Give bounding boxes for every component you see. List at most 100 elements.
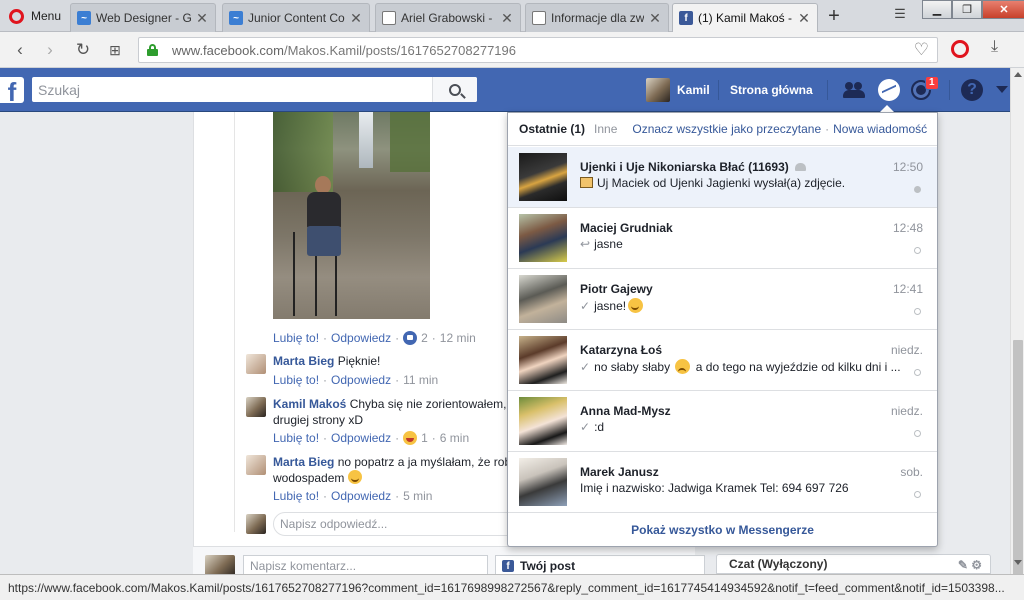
browser-tab[interactable]: Ariel Grabowski - ku ✕ [375, 3, 521, 32]
smile-emoji-icon [628, 298, 644, 313]
search-input[interactable] [32, 77, 432, 102]
conversation-item[interactable]: Anna Mad-Mysz ✓:d niedz. [508, 391, 937, 452]
tab-menu-icon[interactable]: ☰ [889, 6, 911, 26]
reaction-count[interactable]: 1 [421, 431, 428, 445]
avatar[interactable] [246, 354, 266, 374]
close-tab-icon[interactable]: ✕ [648, 10, 662, 27]
comment-time[interactable]: 11 min [403, 373, 438, 387]
scroll-down-arrow-icon[interactable] [1014, 560, 1022, 565]
tab-other[interactable]: Inne [594, 122, 617, 136]
new-message-link[interactable]: Nowa wiadomość [833, 122, 927, 136]
reaction-count[interactable]: 2 [421, 331, 428, 345]
profile-link[interactable]: Kamil [646, 78, 710, 102]
help-icon[interactable]: ? [961, 79, 983, 101]
tab-title: Informacje dla zwie [551, 11, 644, 25]
download-icon[interactable]: ⤓ [991, 38, 998, 56]
conversation-time: niedz. [890, 404, 923, 418]
browser-tab[interactable]: Informacje dla zwie ✕ [525, 3, 669, 32]
back-button[interactable]: ‹ [9, 40, 31, 60]
comment-author[interactable]: Marta Bieg [273, 354, 334, 368]
your-post-tab[interactable]: f Twój post [495, 555, 705, 574]
chat-sidebar-tab[interactable]: Czat (Wyłączony) ✎ ⚙ [716, 554, 991, 574]
conversation-item[interactable]: Katarzyna Łoś ✓ no słaby słaby a do tego … [508, 330, 937, 391]
wave-icon: ~ [229, 11, 243, 25]
conversation-time: 12:41 [892, 282, 923, 296]
conversation-time: sob. [900, 465, 923, 479]
conversation-time: 12:48 [892, 221, 923, 235]
like-link[interactable]: Lubię to! [273, 373, 319, 387]
conversation-item[interactable]: Maciej Grudniak ↩ jasne 12:48 [508, 208, 937, 269]
conversation-item[interactable]: Piotr Gajewy ✓ jasne! 12:41 [508, 269, 937, 330]
url-field[interactable]: www.facebook.com/Makos.Kamil/posts/16176… [138, 37, 938, 63]
avatar[interactable] [246, 397, 266, 417]
conversation-item[interactable]: Ujenki i Uje Nikoniarska Błać (11693) Uj… [508, 147, 937, 208]
read-status-dot[interactable] [914, 247, 921, 254]
reply-input[interactable] [273, 512, 513, 536]
comment-input[interactable] [243, 555, 488, 574]
browser-tab[interactable]: ~ Web Designer - Gdy ✕ [70, 3, 216, 32]
read-status-dot[interactable] [914, 430, 921, 437]
close-tab-icon[interactable]: ✕ [349, 10, 363, 27]
messenger-button[interactable] [877, 79, 901, 101]
header-divider [949, 80, 950, 100]
close-tab-icon[interactable]: ✕ [797, 10, 811, 27]
close-window-button[interactable]: ✕ [982, 0, 1024, 19]
facebook-logo-icon[interactable]: f [0, 77, 24, 107]
account-menu-caret-icon[interactable] [996, 86, 1008, 93]
bookmark-heart-icon[interactable]: ♡ [914, 40, 929, 60]
reload-button[interactable]: ↻ [72, 40, 94, 60]
gear-icon[interactable]: ⚙ [971, 558, 982, 572]
comment-time[interactable]: 5 min [403, 489, 432, 503]
post-photo[interactable] [273, 112, 430, 319]
reply-link[interactable]: Odpowiedz [331, 489, 391, 503]
messenger-dropdown: Ostatnie (1) Inne Oznacz wszystkie jako … [507, 112, 938, 547]
maximize-button[interactable]: ❐ [952, 0, 982, 19]
close-tab-icon[interactable]: ✕ [195, 10, 209, 27]
comment-time[interactable]: 12 min [440, 331, 476, 345]
avatar[interactable] [246, 455, 266, 475]
read-status-dot[interactable] [914, 308, 921, 315]
comment-author[interactable]: Marta Bieg [273, 455, 334, 469]
replied-icon: ↩ [580, 237, 591, 251]
mark-all-read-link[interactable]: Oznacz wszystkie jako przeczytane [632, 122, 821, 136]
comment-text: Pięknie! [337, 354, 381, 368]
scrollbar-thumb[interactable] [1013, 340, 1023, 592]
avatar [246, 514, 266, 534]
tab-recent[interactable]: Ostatnie (1) [519, 122, 585, 136]
read-status-dot[interactable] [914, 369, 921, 376]
search-button[interactable] [432, 77, 477, 102]
comment-thread-line [234, 112, 235, 532]
friend-requests-button[interactable] [842, 79, 866, 101]
reply-link[interactable]: Odpowiedz [331, 373, 391, 387]
read-status-dot[interactable] [914, 491, 921, 498]
conversation-name: Anna Mad-Mysz [580, 404, 671, 418]
close-tab-icon[interactable]: ✕ [500, 10, 514, 27]
forward-button[interactable]: › [39, 40, 61, 60]
new-tab-button[interactable]: + [823, 6, 845, 28]
comment-time[interactable]: 6 min [440, 431, 469, 445]
minimize-button[interactable]: ▁ [922, 0, 952, 19]
speed-dial-icon[interactable]: ⊞ [104, 40, 126, 60]
photo-comment-actions: Lubię to! · Odpowiedz · 2 · 12 min [273, 331, 476, 345]
like-link[interactable]: Lubię to! [273, 431, 319, 445]
comment-author[interactable]: Kamil Makoś [273, 397, 346, 411]
opera-menu-button[interactable]: Menu [0, 0, 68, 32]
browser-tab-active[interactable]: f (1) Kamil Makoś - : ✕ [672, 3, 818, 32]
scroll-up-arrow-icon[interactable] [1014, 72, 1022, 77]
browser-tab[interactable]: ~ Junior Content Copy ✕ [222, 3, 370, 32]
reply-link[interactable]: Odpowiedz [331, 431, 391, 445]
conversation-item[interactable]: Marek Janusz Imię i nazwisko: Jadwiga Kr… [508, 452, 937, 513]
compose-icon[interactable]: ✎ [958, 558, 968, 572]
home-link[interactable]: Strona główna [730, 83, 813, 97]
like-link[interactable]: Lubię to! [273, 331, 319, 345]
comment-text: no popatrz a ja myślałam, że rob [337, 455, 512, 469]
conversation-avatar [519, 153, 567, 201]
reply-link[interactable]: Odpowiedz [331, 331, 391, 345]
like-link[interactable]: Lubię to! [273, 489, 319, 503]
read-status-dot[interactable] [914, 186, 921, 193]
comment-composer-bar: f Twój post [193, 546, 705, 574]
page-scrollbar[interactable] [1010, 68, 1024, 592]
see-all-in-messenger-link[interactable]: Pokaż wszystko w Messengerze [508, 512, 937, 546]
opera-account-icon[interactable] [951, 40, 969, 58]
conversation-avatar [519, 214, 567, 262]
